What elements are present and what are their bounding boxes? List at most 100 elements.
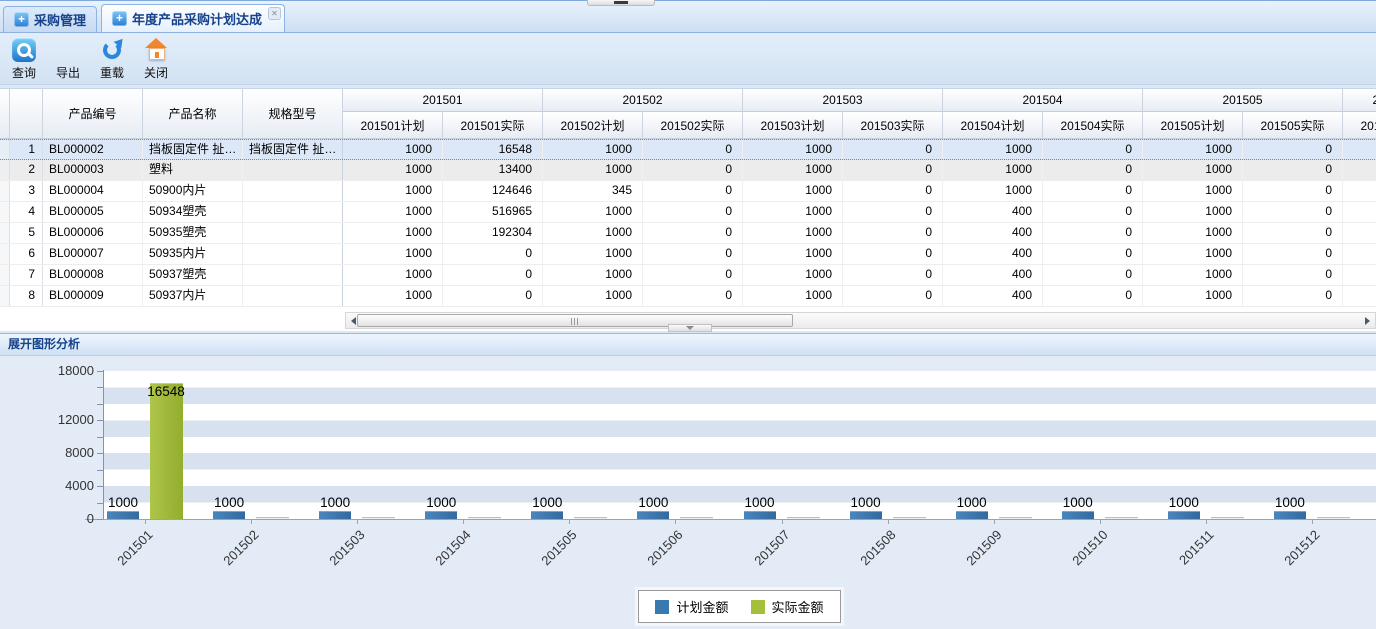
expander-column-header[interactable] <box>0 89 10 139</box>
value-cell: 0 <box>643 265 743 285</box>
scroll-right-arrow-icon[interactable] <box>1360 313 1375 328</box>
table-row[interactable]: 3BL00000450900内片100012464634501000010000… <box>0 181 1376 202</box>
bar-actual-201501 <box>150 383 183 519</box>
table-row[interactable]: 6BL00000750935内片100001000010000400010000 <box>0 244 1376 265</box>
x-axis-tick <box>782 519 783 524</box>
table-row[interactable]: 5BL00000650935塑壳100019230410000100004000… <box>0 223 1376 244</box>
window-plus-icon: + <box>14 12 29 27</box>
horizontal-scrollbar[interactable] <box>345 312 1376 329</box>
table-row[interactable]: 2BL000003塑料10001340010000100001000010000 <box>0 160 1376 181</box>
value-cell: 0 <box>843 160 943 180</box>
bar-planned-201502 <box>213 511 245 519</box>
bar-planned-201509 <box>956 511 988 519</box>
value-cell <box>1343 140 1376 159</box>
y-axis-tick <box>97 519 103 520</box>
value-cell: 1000 <box>543 202 643 222</box>
y-axis-tick <box>97 437 103 438</box>
value-cell: 345 <box>543 181 643 201</box>
column-header-actual[interactable]: 201501实际 <box>443 112 543 139</box>
bar-planned-201507 <box>744 511 776 519</box>
x-axis-tick <box>1206 519 1207 524</box>
column-header-plan[interactable]: 201506计划 <box>1343 112 1376 139</box>
close-icon[interactable]: ✕ <box>268 7 281 20</box>
row-number-column-header[interactable] <box>10 89 43 139</box>
bar-planned-201505 <box>531 511 563 519</box>
value-cell <box>1343 181 1376 201</box>
value-cell: 1000 <box>1143 160 1243 180</box>
value-cell: 1000 <box>543 265 643 285</box>
column-header-plan[interactable]: 201501计划 <box>343 112 443 139</box>
column-header-plan[interactable]: 201503计划 <box>743 112 843 139</box>
column-header-actual[interactable]: 201503实际 <box>843 112 943 139</box>
tab-procurement-management[interactable]: + 采购管理 <box>3 6 97 32</box>
column-header-spec-model[interactable]: 规格型号 <box>243 89 343 139</box>
table-row[interactable]: 4BL00000550934塑壳100051696510000100004000… <box>0 202 1376 223</box>
value-cell: 0 <box>443 286 543 306</box>
value-cell: 0 <box>643 244 743 264</box>
month-subheader-row: 201501计划201501实际201502计划201502实际201503计划… <box>343 112 1376 139</box>
column-header-plan[interactable]: 201502计划 <box>543 112 643 139</box>
scrollbar-thumb[interactable] <box>357 314 793 327</box>
x-axis-label: 201510 <box>1050 527 1110 587</box>
x-axis-label: 201511 <box>1156 527 1216 587</box>
toolbar: 查询 导出 重载 关闭 <box>0 33 1376 85</box>
column-header-actual[interactable]: 201504实际 <box>1043 112 1143 139</box>
value-cell: 1000 <box>1143 140 1243 159</box>
y-axis-label: 12000 <box>0 412 94 427</box>
expander-cell <box>0 286 10 306</box>
value-cell: 1000 <box>343 202 443 222</box>
value-cell: 0 <box>1043 181 1143 201</box>
planned-swatch-icon <box>655 600 669 614</box>
month-group-header[interactable]: 201506 <box>1343 89 1376 112</box>
bar-planned-201506 <box>637 511 669 519</box>
column-header-product-code[interactable]: 产品编号 <box>43 89 143 139</box>
tab-annual-plan-achievement[interactable]: + 年度产品采购计划达成 ✕ <box>101 4 285 32</box>
export-button-label: 导出 <box>56 64 80 81</box>
column-header-actual[interactable]: 201505实际 <box>1243 112 1343 139</box>
month-group-header[interactable]: 201503 <box>743 89 943 112</box>
query-button[interactable]: 查询 <box>10 37 38 81</box>
table-row[interactable]: 7BL00000850937塑壳100001000010000400010000 <box>0 265 1376 286</box>
product-code-cell: BL000009 <box>43 286 143 306</box>
reload-button[interactable]: 重载 <box>98 37 126 81</box>
chart-panel-title: 展开图形分析 <box>8 337 80 351</box>
x-axis-label: 201512 <box>1262 527 1322 587</box>
column-header-plan[interactable]: 201504计划 <box>943 112 1043 139</box>
value-cell: 0 <box>1043 265 1143 285</box>
product-name-cell: 挡板固定件 扯… <box>143 140 243 159</box>
column-header-product-name[interactable]: 产品名称 <box>143 89 243 139</box>
x-axis-tick <box>1100 519 1101 524</box>
x-axis-label: 201508 <box>838 527 898 587</box>
value-cell: 1000 <box>1143 244 1243 264</box>
value-cell: 0 <box>1243 160 1343 180</box>
value-cell: 1000 <box>543 244 643 264</box>
column-header-plan[interactable]: 201505计划 <box>1143 112 1243 139</box>
month-group-header[interactable]: 201501 <box>343 89 543 112</box>
x-axis-label: 201509 <box>944 527 1004 587</box>
value-cell: 192304 <box>443 223 543 243</box>
value-cell: 0 <box>1043 286 1143 306</box>
bar-value-label: 1000 <box>940 495 1004 510</box>
month-group-header[interactable]: 201504 <box>943 89 1143 112</box>
month-group-header[interactable]: 201505 <box>1143 89 1343 112</box>
value-cell: 1000 <box>1143 223 1243 243</box>
column-header-actual[interactable]: 201502实际 <box>643 112 743 139</box>
value-cell: 0 <box>643 223 743 243</box>
table-row[interactable]: 8BL00000950937内片100001000010000400010000 <box>0 286 1376 307</box>
collapse-handle-chart[interactable] <box>668 324 712 332</box>
value-cell: 1000 <box>743 181 843 201</box>
value-cell: 0 <box>1243 181 1343 201</box>
value-cell: 1000 <box>343 223 443 243</box>
x-axis-label: 201503 <box>308 527 368 587</box>
value-cell <box>1343 265 1376 285</box>
bar-value-label: 1000 <box>1152 495 1216 510</box>
close-tab-button[interactable]: 关闭 <box>142 37 170 81</box>
collapse-handle-top[interactable] <box>587 0 655 6</box>
legend-label: 计划金额 <box>676 597 728 616</box>
chart-panel: 1000165481000100010001000100010001000100… <box>0 356 1376 629</box>
month-group-header[interactable]: 201502 <box>543 89 743 112</box>
bar-planned-201503 <box>319 511 351 519</box>
export-button[interactable]: 导出 <box>54 37 82 81</box>
x-axis-tick <box>1312 519 1313 524</box>
table-row[interactable]: 1BL000002挡板固定件 扯…挡板固定件 扯…100016548100001… <box>0 139 1376 160</box>
